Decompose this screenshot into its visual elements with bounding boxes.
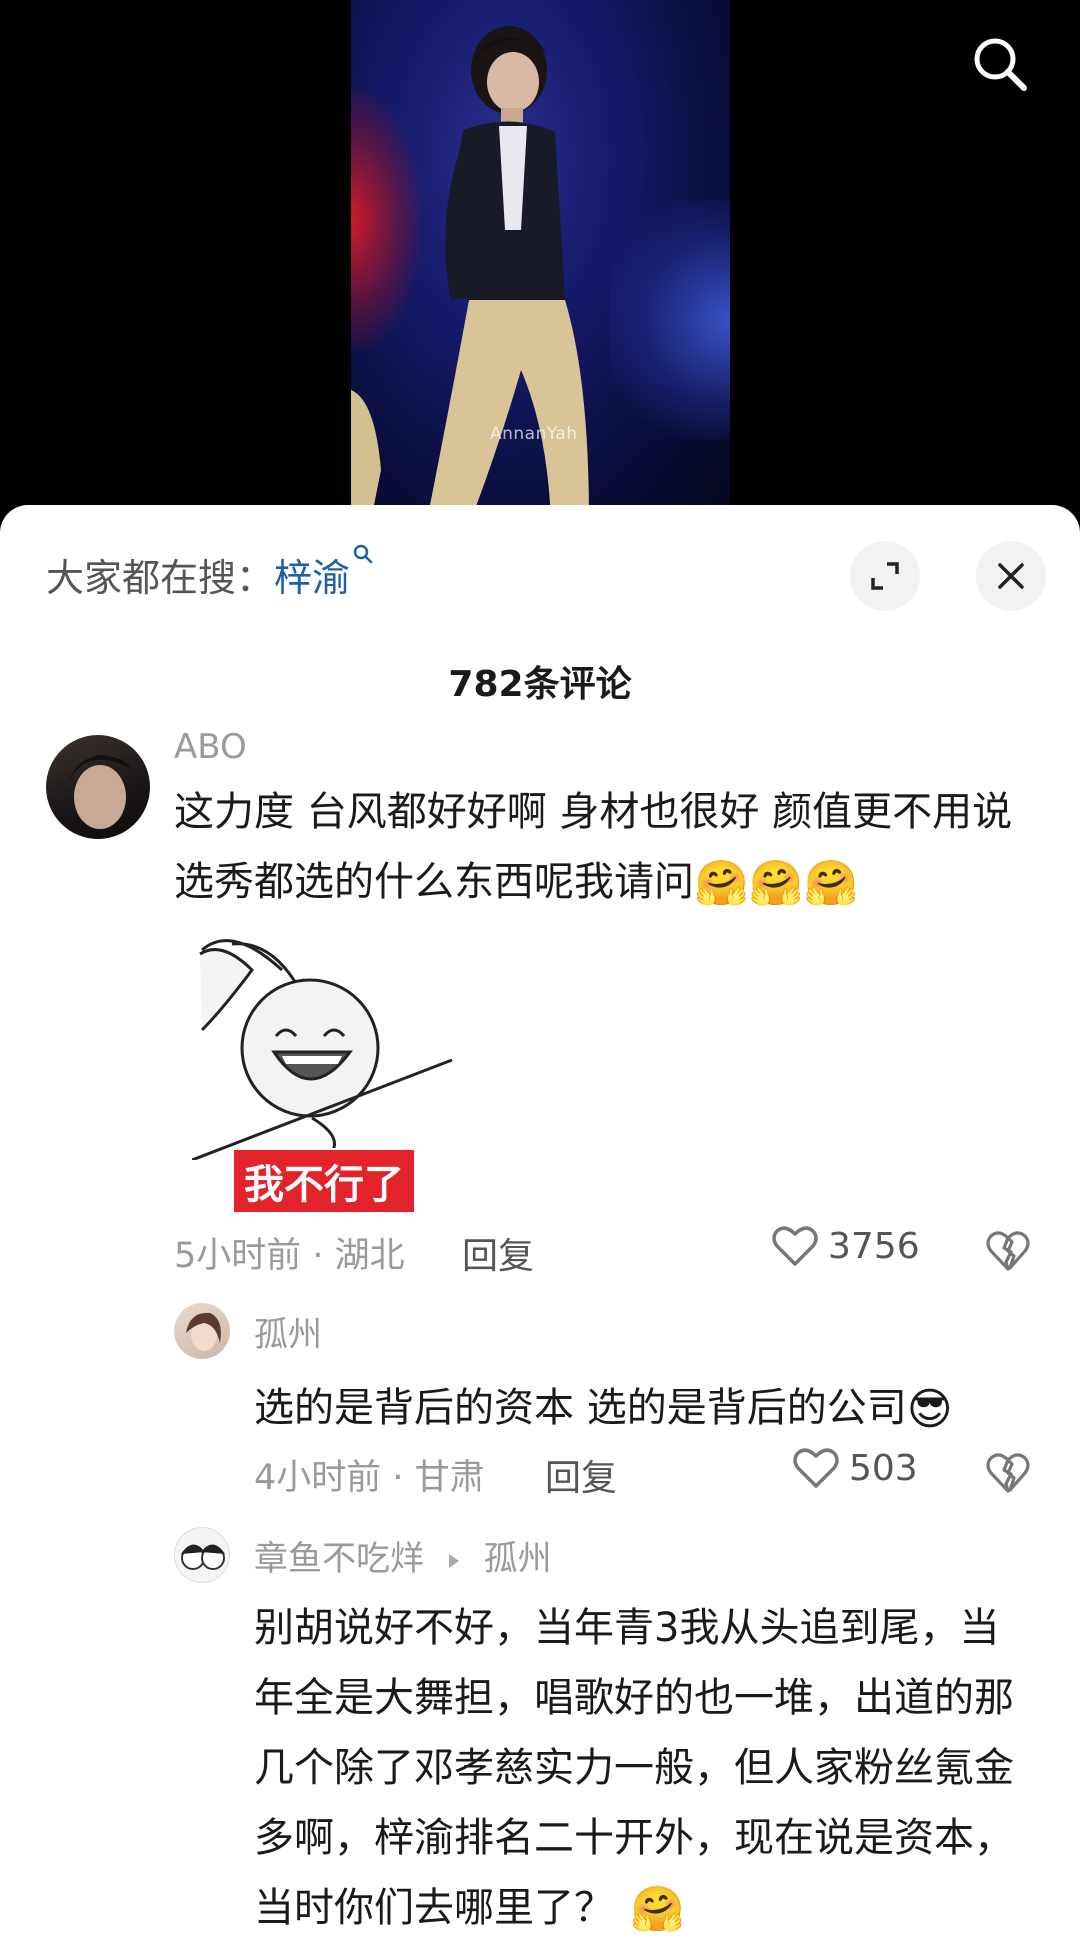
video-watermark: AnnanYah — [490, 424, 578, 444]
broken-heart-icon — [986, 1453, 1030, 1493]
hug-emoji: 🤗 — [630, 1884, 685, 1935]
avatar-face — [186, 1312, 221, 1351]
reply-button[interactable]: 回复 — [545, 1449, 617, 1501]
comment-body: 这力度 台风都好好啊 身材也很好 颜值更不用说 选秀都选的什么东西呢我请问 — [174, 789, 1013, 905]
video-frame[interactable]: AnnanYah — [351, 0, 730, 520]
comment-sticker[interactable]: 我不行了 — [191, 930, 458, 1214]
reply-author[interactable]: 章鱼不吃烊 — [254, 1539, 424, 1579]
small-search-icon — [353, 544, 373, 564]
expand-icon — [871, 562, 899, 590]
close-button[interactable] — [976, 541, 1046, 611]
hot-search: 大家都在搜：梓渝 — [46, 544, 374, 602]
reply-username[interactable]: 孤州 — [254, 1307, 322, 1356]
comment-username[interactable]: ABO — [174, 727, 247, 767]
reply-text: 别胡说好不好，当年青3我从头追到尾，当年全是大舞担，唱歌好的也一堆，出道的那几个… — [254, 1593, 1034, 1939]
hug-emoji: 🤗 — [694, 858, 749, 909]
reply-body: 选的是背后的资本 选的是背后的公司 — [254, 1385, 907, 1431]
reply-text: 选的是背后的资本 选的是背后的公司😎 — [254, 1373, 1034, 1443]
like-button[interactable]: 503 — [793, 1447, 918, 1489]
avatar[interactable] — [174, 1527, 230, 1583]
close-icon — [998, 563, 1024, 589]
dislike-button[interactable] — [984, 1227, 1032, 1275]
like-count: 3756 — [828, 1225, 920, 1267]
expand-button[interactable] — [850, 541, 920, 611]
hug-emoji: 🤗 — [748, 858, 804, 909]
search-button[interactable] — [966, 30, 1034, 98]
sheet-header: 大家都在搜：梓渝 — [0, 505, 1080, 615]
comment-sheet: 大家都在搜：梓渝 782条评论 ABO 这力度 台风都好好啊 身材也很好 颜值更 — [0, 505, 1080, 1939]
hot-search-prefix: 大家都在搜： — [46, 556, 275, 600]
reply-button[interactable]: 回复 — [462, 1227, 534, 1279]
avatar[interactable] — [46, 735, 150, 839]
reply-target-user[interactable]: 孤州 — [484, 1539, 552, 1579]
hot-search-keyword[interactable]: 梓渝 — [274, 556, 350, 600]
broken-heart-icon — [986, 1231, 1030, 1271]
hug-emoji: 🤗 — [803, 858, 859, 909]
heart-icon — [772, 1226, 818, 1266]
like-count: 503 — [849, 1447, 918, 1489]
avatar[interactable] — [174, 1303, 230, 1359]
comment-text: 这力度 台风都好好啊 身材也很好 颜值更不用说 选秀都选的什么东西呢我请问🤗🤗🤗 — [174, 777, 1024, 917]
avatar-face — [181, 1544, 225, 1570]
reply-username: 章鱼不吃烊 孤州 — [254, 1531, 552, 1580]
like-button[interactable]: 3756 — [772, 1225, 920, 1267]
comment-time-location: 5小时前 · 湖北 — [174, 1236, 405, 1276]
reply-arrow-icon — [448, 1553, 459, 1568]
heart-icon — [793, 1448, 839, 1488]
reply-body: 别胡说好不好，当年青3我从头追到尾，当年全是大舞担，唱歌好的也一堆，出道的那几个… — [254, 1605, 1014, 1931]
dislike-button[interactable] — [984, 1449, 1032, 1497]
laughing-bunny-sticker — [191, 939, 453, 1162]
cool-emoji: 😎 — [906, 1384, 953, 1435]
video-player[interactable]: AnnanYah — [0, 0, 1080, 520]
sticker-caption: 我不行了 — [232, 1148, 416, 1214]
reply-time-location: 4小时前 · 甘肃 — [254, 1458, 485, 1498]
avatar-face — [68, 755, 132, 829]
comment-count: 782条评论 — [448, 664, 632, 705]
search-icon — [974, 38, 1027, 91]
